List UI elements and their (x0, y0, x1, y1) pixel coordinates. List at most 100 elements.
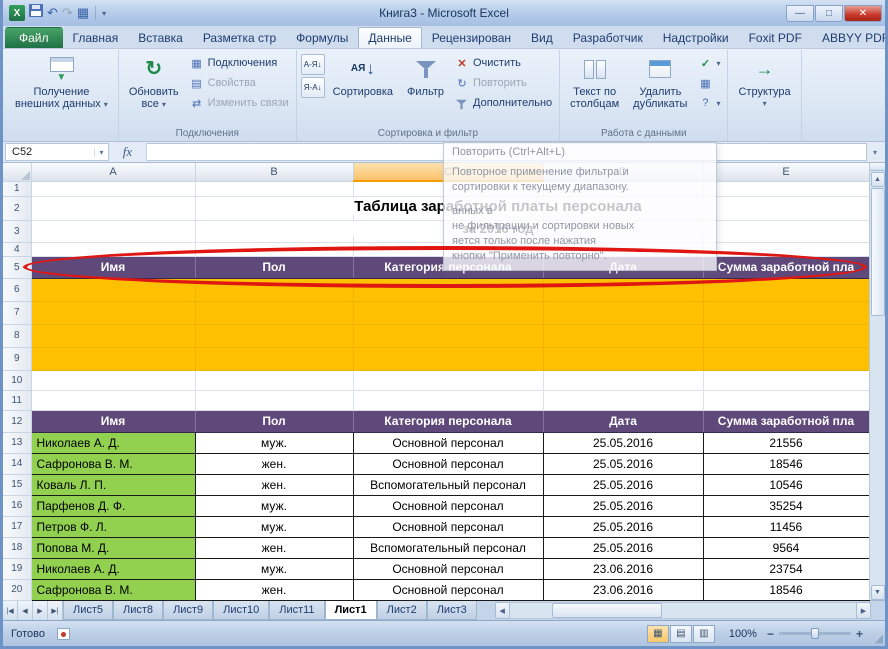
chevron-down-icon[interactable]: ▾ (94, 148, 108, 157)
cell-C12[interactable]: Категория персонала (353, 410, 543, 432)
cell-C15[interactable]: Вспомогательный персонал (353, 474, 543, 495)
cell-C13[interactable]: Основной персонал (353, 432, 543, 453)
cell-E18[interactable]: 9564 (703, 537, 869, 558)
cell-E10[interactable] (703, 370, 869, 390)
expand-formula-bar-button[interactable]: ▾ (867, 143, 883, 161)
scroll-down-button[interactable]: ▼ (871, 585, 885, 600)
cell-E20[interactable]: 18546 (703, 579, 869, 600)
cell-E2[interactable] (703, 196, 869, 220)
cell-E19[interactable]: 23754 (703, 558, 869, 579)
cell-D11[interactable] (543, 390, 703, 410)
tab-formulas[interactable]: Формулы (286, 27, 358, 48)
horizontal-scroll-thumb[interactable] (552, 603, 662, 618)
cell-E3[interactable] (703, 220, 869, 242)
cell-A13[interactable]: Николаев А. Д. (31, 432, 195, 453)
cell-A16[interactable]: Парфенов Д. Ф. (31, 495, 195, 516)
consolidate-button[interactable]: ▦ (695, 74, 723, 92)
cell-C8[interactable] (353, 324, 543, 347)
zoom-slider-thumb[interactable] (811, 628, 819, 639)
cell-B15[interactable]: жен. (195, 474, 353, 495)
customize-quick-access-button[interactable]: ▾ (102, 9, 106, 18)
close-button[interactable]: ✕ (844, 5, 882, 22)
row-header-3[interactable]: 3 (3, 220, 31, 242)
cell-C11[interactable] (353, 390, 543, 410)
restore-button[interactable]: □ (815, 5, 843, 22)
data-validation-button[interactable]: ✓ ▾ (695, 54, 723, 72)
sheet-tab-list10[interactable]: Лист10 (213, 601, 269, 620)
cell-B10[interactable] (195, 370, 353, 390)
cell-B18[interactable]: жен. (195, 537, 353, 558)
cell-B20[interactable]: жен. (195, 579, 353, 600)
cell-A17[interactable]: Петров Ф. Л. (31, 516, 195, 537)
sheet-tab-list3[interactable]: Лист3 (427, 601, 477, 620)
cell-D12[interactable]: Дата (543, 410, 703, 432)
hscroll-right-button[interactable]: ▶ (856, 602, 871, 619)
vertical-scroll-thumb[interactable] (871, 188, 885, 316)
zoom-out-button[interactable]: − (767, 627, 774, 641)
cell-D16[interactable]: 25.05.2016 (543, 495, 703, 516)
row-header-9[interactable]: 9 (3, 347, 31, 370)
cell-A11[interactable] (31, 390, 195, 410)
edit-links-button[interactable]: ⇄ Изменить связи (187, 94, 292, 112)
zoom-in-button[interactable]: + (856, 627, 863, 641)
cell-A14[interactable]: Сафронова В. М. (31, 453, 195, 474)
tab-page-layout[interactable]: Разметка стр (193, 27, 286, 48)
row-header-6[interactable]: 6 (3, 278, 31, 301)
reapply-button[interactable]: ↻ Повторить (452, 74, 555, 92)
cell-A1[interactable] (31, 181, 195, 196)
row-header-14[interactable]: 14 (3, 453, 31, 474)
view-page-layout-button[interactable]: ▤ (670, 625, 692, 643)
cell-B19[interactable]: муж. (195, 558, 353, 579)
select-all-corner[interactable] (3, 163, 31, 181)
resize-grip[interactable]: ◢ (875, 632, 883, 645)
row-header-16[interactable]: 16 (3, 495, 31, 516)
tab-file[interactable]: Файл (5, 27, 63, 48)
last-sheet-button[interactable]: ▶| (48, 601, 63, 620)
sort-dialog-button[interactable]: АЯ↓ Сортировка (327, 51, 399, 127)
sheet-tab-list9[interactable]: Лист9 (163, 601, 213, 620)
next-sheet-button[interactable]: ▶ (33, 601, 48, 620)
cell-D9[interactable] (543, 347, 703, 370)
cell-B17[interactable]: муж. (195, 516, 353, 537)
cell-E8[interactable] (703, 324, 869, 347)
sheet-tab-list8[interactable]: Лист8 (113, 601, 163, 620)
sheet-tab-list2[interactable]: Лист2 (377, 601, 427, 620)
what-if-analysis-button[interactable]: ? ▾ (695, 94, 723, 112)
cell-D14[interactable]: 25.05.2016 (543, 453, 703, 474)
cell-E14[interactable]: 18546 (703, 453, 869, 474)
cell-B16[interactable]: муж. (195, 495, 353, 516)
cell-B9[interactable] (195, 347, 353, 370)
cell-A10[interactable] (31, 370, 195, 390)
cell-C14[interactable]: Основной персонал (353, 453, 543, 474)
cell-C9[interactable] (353, 347, 543, 370)
tab-data[interactable]: Данные (358, 27, 421, 48)
row-header-19[interactable]: 19 (3, 558, 31, 579)
name-box[interactable]: C52 ▾ (5, 143, 109, 161)
remove-duplicates-button[interactable]: Удалить дубликаты (627, 51, 693, 127)
row-header-8[interactable]: 8 (3, 324, 31, 347)
cell-D19[interactable]: 23.06.2016 (543, 558, 703, 579)
connections-button[interactable]: ▦ Подключения (187, 54, 292, 72)
sort-descending-button[interactable]: Я-А↓ (301, 77, 325, 98)
cell-A7[interactable] (31, 301, 195, 324)
sort-ascending-button[interactable]: А-Я↓ (301, 54, 325, 75)
cell-D15[interactable]: 25.05.2016 (543, 474, 703, 495)
cell-E17[interactable]: 11456 (703, 516, 869, 537)
sheet-tab-list1[interactable]: Лист1 (325, 601, 377, 620)
cell-A9[interactable] (31, 347, 195, 370)
properties-button[interactable]: ▤ Свойства (187, 74, 292, 92)
cell-C16[interactable]: Основной персонал (353, 495, 543, 516)
outline-button[interactable]: → Структура ▾ (732, 51, 796, 127)
prev-sheet-button[interactable]: ◀ (18, 601, 33, 620)
cell-A19[interactable]: Николаев А. Д. (31, 558, 195, 579)
sheet-tab-list11[interactable]: Лист11 (269, 601, 324, 620)
cell-B8[interactable] (195, 324, 353, 347)
refresh-all-button[interactable]: ↻ Обновить все ▾ (123, 51, 185, 127)
first-sheet-button[interactable]: |◀ (3, 601, 18, 620)
cell-D20[interactable]: 23.06.2016 (543, 579, 703, 600)
tab-view[interactable]: Вид (521, 27, 563, 48)
cell-D13[interactable]: 25.05.2016 (543, 432, 703, 453)
text-to-columns-button[interactable]: Текст по столбцам (564, 51, 625, 127)
tab-foxit-pdf[interactable]: Foxit PDF (739, 27, 812, 48)
tab-splitter[interactable] (477, 601, 495, 620)
